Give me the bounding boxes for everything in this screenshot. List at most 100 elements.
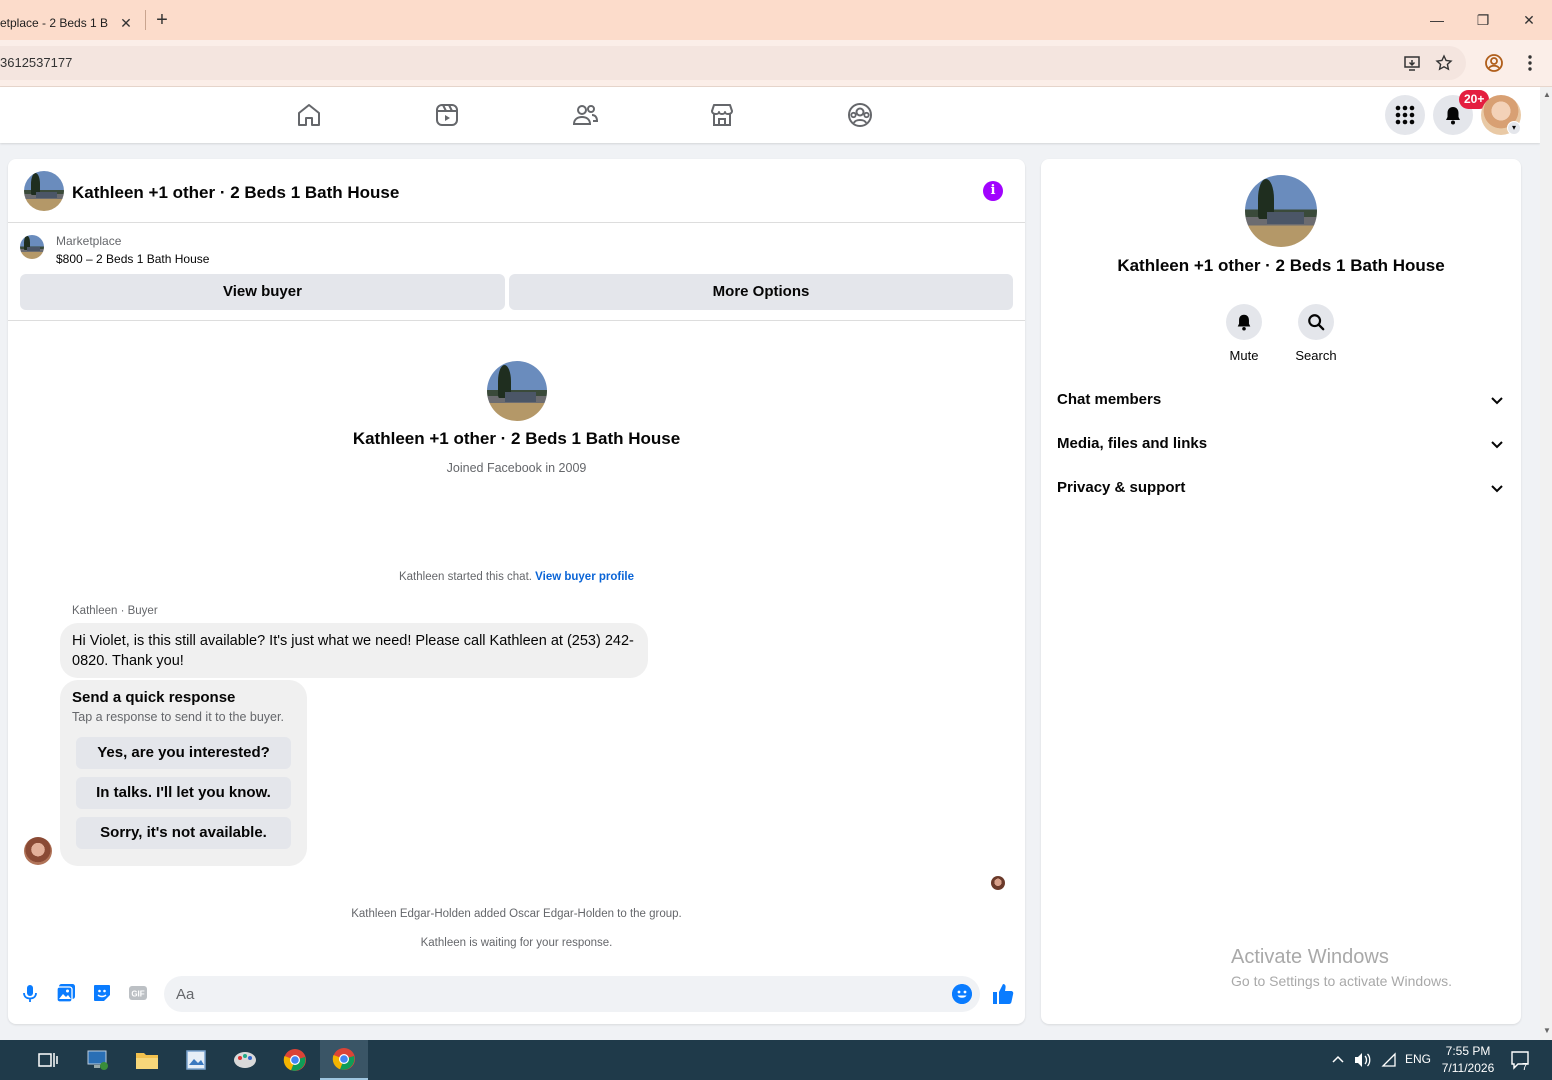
mute-action[interactable]: Mute (1214, 304, 1274, 363)
taskbar-chrome-2[interactable] (320, 1040, 368, 1080)
watermark-line-1: Activate Windows (1231, 946, 1389, 968)
listing-thumbnail[interactable] (20, 235, 44, 259)
browser-tab[interactable]: etplace - 2 Beds 1 Ba ✕ (0, 6, 142, 40)
chat-avatar[interactable] (24, 171, 64, 211)
conversation-details-panel: Kathleen +1 other · 2 Beds 1 Bath House … (1041, 159, 1521, 1024)
omnibox[interactable]: 3612537177 (0, 46, 1466, 80)
section-media-files-links[interactable]: Media, files and links (1057, 425, 1509, 465)
address-bar-row: 3612537177 (0, 40, 1552, 87)
search-action[interactable]: Search (1286, 304, 1346, 363)
minimize-button[interactable]: — (1425, 8, 1449, 32)
maximize-button[interactable]: ❐ (1471, 8, 1495, 32)
section-privacy-support[interactable]: Privacy & support (1057, 469, 1509, 509)
close-window-button[interactable]: ✕ (1517, 8, 1541, 32)
tab-title: etplace - 2 Beds 1 Ba (0, 16, 108, 30)
task-view-icon (38, 1053, 58, 1067)
quick-response-subtitle: Tap a response to send it to the buyer. (72, 710, 284, 724)
home-icon[interactable] (295, 101, 323, 129)
info-icon[interactable]: i (983, 181, 1003, 201)
taskbar-file-explorer[interactable] (123, 1040, 171, 1080)
watermark-line-2: Go to Settings to activate Windows. (1231, 973, 1452, 989)
monitor-app-icon (87, 1050, 108, 1070)
emoji-icon[interactable] (952, 984, 972, 1004)
section-label: Privacy & support (1057, 479, 1186, 496)
chat-header: Kathleen +1 other · 2 Beds 1 Bath House … (8, 159, 1025, 223)
sender-label: Kathleen · Buyer (72, 605, 158, 617)
section-label: Chat members (1057, 391, 1162, 408)
quick-response-card: Send a quick response Tap a response to … (60, 680, 307, 866)
groups-icon[interactable] (846, 101, 874, 129)
photo-icon[interactable] (56, 983, 76, 1003)
bell-icon (1237, 314, 1251, 331)
video-icon[interactable] (433, 101, 461, 129)
sticker-icon[interactable] (92, 983, 112, 1003)
bell-icon (1446, 107, 1460, 125)
more-options-button[interactable]: More Options (509, 274, 1013, 310)
member-added-notice: Kathleen Edgar-Holden added Oscar Edgar-… (351, 908, 682, 920)
chevron-down-icon (1491, 441, 1503, 449)
install-app-icon[interactable] (1403, 54, 1421, 72)
quick-reply-interested[interactable]: Yes, are you interested? (76, 737, 291, 769)
account-caret-icon[interactable]: ▾ (1507, 121, 1521, 135)
intro-avatar (487, 361, 547, 421)
friends-icon[interactable] (571, 101, 599, 129)
system-clock[interactable]: 7:55 PM 7/11/2026 (1438, 1043, 1498, 1077)
activate-windows-watermark: Activate Windows Go to Settings to activ… (1231, 946, 1452, 989)
intro-subtitle: Joined Facebook in 2009 (446, 461, 587, 475)
intro-title: Kathleen +1 other · 2 Beds 1 Bath House (352, 429, 681, 448)
marketplace-icon[interactable] (708, 101, 736, 129)
quick-reply-in-talks[interactable]: In talks. I'll let you know. (76, 777, 291, 809)
folder-icon (136, 1053, 158, 1069)
scroll-up-icon[interactable]: ▲ (1543, 90, 1551, 99)
message-bubble[interactable]: Hi Violet, is this still available? It's… (60, 623, 648, 678)
facebook-top-nav: 20+ ▾ (0, 87, 1540, 143)
chat-title[interactable]: Kathleen +1 other · 2 Beds 1 Bath House (72, 183, 399, 203)
chrome-icon (283, 1049, 306, 1071)
view-buyer-button[interactable]: View buyer (20, 274, 505, 310)
browser-tab-strip: etplace - 2 Beds 1 Ba ✕ + — ❐ ✕ (0, 0, 1552, 40)
image-viewer-icon (186, 1050, 206, 1070)
mute-button[interactable] (1226, 304, 1262, 340)
svg-text:GIF: GIF (131, 990, 144, 999)
buyer-avatar[interactable] (24, 837, 52, 865)
language-indicator[interactable]: ENG (1405, 1052, 1431, 1066)
volume-icon[interactable] (1354, 1052, 1372, 1068)
taskbar-app-3[interactable] (172, 1040, 220, 1080)
browser-menu-icon[interactable] (1520, 53, 1540, 73)
taskbar-app-4[interactable] (221, 1040, 269, 1080)
taskbar-chrome-1[interactable] (271, 1040, 319, 1080)
section-chat-members[interactable]: Chat members (1057, 381, 1509, 421)
chrome-icon (332, 1048, 355, 1070)
tab-close-icon[interactable]: ✕ (118, 15, 134, 31)
message-input[interactable] (164, 976, 980, 1012)
chat-started-text: Kathleen started this chat. (398, 571, 532, 583)
page-scrollbar[interactable] (1540, 87, 1552, 1040)
listing-price[interactable]: $800 – 2 Beds 1 Bath House (56, 252, 209, 266)
waiting-notice: Kathleen is waiting for your response. (420, 937, 613, 949)
scroll-down-icon[interactable]: ▼ (1543, 1026, 1551, 1035)
clock-date: 7/11/2026 (1441, 1061, 1495, 1075)
menu-grid-button[interactable] (1385, 95, 1425, 135)
details-avatar[interactable] (1245, 175, 1317, 247)
tray-expand-icon[interactable] (1331, 1052, 1345, 1066)
details-title: Kathleen +1 other · 2 Beds 1 Bath House (1117, 256, 1445, 275)
bookmark-star-icon[interactable] (1435, 54, 1453, 72)
taskbar-app-1[interactable] (74, 1040, 122, 1080)
section-label: Media, files and links (1057, 435, 1208, 452)
gif-icon[interactable]: GIF (128, 983, 148, 1003)
clock-time: 7:55 PM (1445, 1044, 1491, 1058)
network-icon[interactable] (1381, 1052, 1397, 1068)
grid-menu-icon (1395, 105, 1415, 125)
quick-response-title: Send a quick response (72, 689, 236, 706)
chat-started-notice: Kathleen started this chat. View buyer p… (8, 571, 1025, 583)
view-buyer-profile-link[interactable]: View buyer profile (535, 571, 634, 583)
profile-icon[interactable] (1484, 53, 1504, 73)
search-button[interactable] (1298, 304, 1334, 340)
thumbs-up-icon[interactable] (991, 982, 1015, 1006)
quick-reply-not-available[interactable]: Sorry, it's not available. (76, 817, 291, 849)
microphone-icon[interactable] (20, 983, 40, 1003)
windows-taskbar: ENG 7:55 PM 7/11/2026 7 (0, 1040, 1552, 1080)
task-view-button[interactable] (24, 1040, 72, 1080)
new-tab-button[interactable]: + (152, 10, 172, 30)
url-text[interactable]: 3612537177 (0, 55, 72, 70)
